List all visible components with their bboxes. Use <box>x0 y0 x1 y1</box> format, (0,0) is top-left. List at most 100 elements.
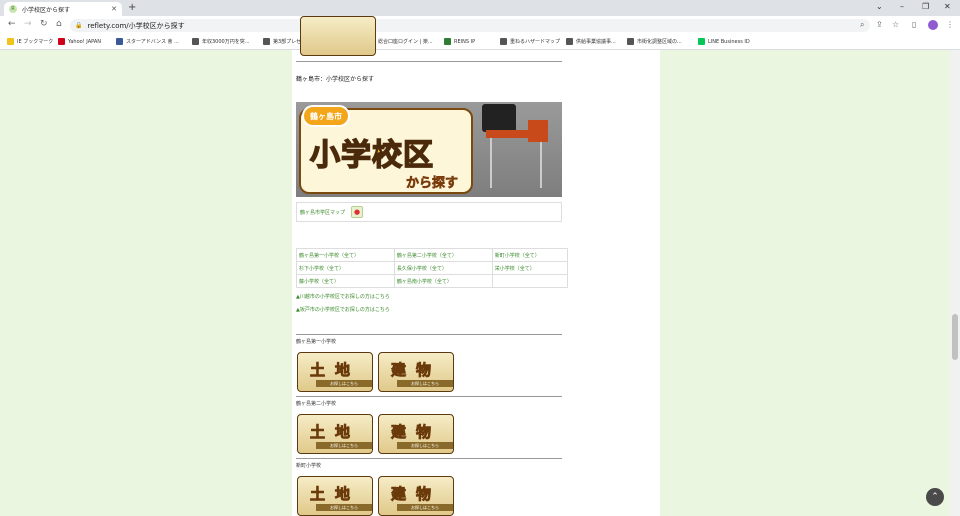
top-cut-button[interactable] <box>300 16 376 56</box>
bookmark-label: Yahoo! JAPAN <box>68 38 101 45</box>
bookmark-label: 総合口座ログイン | 楽... <box>378 39 433 45</box>
browser-toolbar: ← → ↻ ⌂ 🔒 reflety.com/小学校区から探す ⌕ ⇪ ☆ ▯ ⋮ <box>0 16 960 35</box>
banner-tv-illustration <box>482 104 516 132</box>
bookmark-label: LINE Business ID <box>708 38 750 45</box>
school-district-banner: 鶴ヶ島市 小学校区 から探す <box>296 102 562 197</box>
land-search-button[interactable]: 土地 お探しはこちら <box>297 352 373 392</box>
page-heading: 鶴ヶ島市：小学校区から探す <box>296 76 375 83</box>
browser-tab[interactable]: R 小学校区から探す ✕ <box>4 2 122 16</box>
school-link <box>491 274 569 288</box>
restore-icon[interactable]: ❐ <box>922 2 929 11</box>
bookmark-item[interactable]: LINE Business ID <box>698 38 750 45</box>
section-label: 新町小学校 <box>296 463 322 469</box>
building-search-button[interactable]: 建物 お探しはこちら <box>378 476 454 516</box>
bookmark-item[interactable]: 重ねるハザードマップ <box>500 38 560 45</box>
bookmark-item[interactable]: Yahoo! JAPAN <box>58 38 101 45</box>
profile-avatar[interactable] <box>928 20 938 30</box>
back-to-top-button[interactable]: ⌃ <box>926 488 944 506</box>
building-label: 建物 <box>390 423 441 442</box>
sakado-link[interactable]: ▲坂戸市の小学校区でお探しの方はこちら <box>296 306 390 313</box>
school-table: 鶴ヶ島第一小学校（全て） 鶴ヶ島第二小学校（全て） 新町小学校（全て） 杉下小学校（全… <box>296 248 569 288</box>
school-link[interactable]: 杉下小学校（全て） <box>296 261 395 275</box>
tab-close-icon[interactable]: ✕ <box>111 5 117 13</box>
lock-icon[interactable]: 🔒 <box>75 22 82 29</box>
share-icon[interactable]: ⇪ <box>876 20 883 29</box>
table-row: 鶴ヶ島第一小学校（全て） 鶴ヶ島第二小学校（全て） 新町小学校（全て） <box>296 248 569 262</box>
banner-subtitle: から探す <box>406 176 459 192</box>
land-search-button[interactable]: 土地 お探しはこちら <box>297 414 373 454</box>
bookmark-icon <box>263 38 270 45</box>
banner-city: 鶴ヶ島市 <box>302 105 350 127</box>
land-search-button[interactable]: 土地 お探しはこちら <box>297 476 373 516</box>
land-label: 土地 <box>309 423 360 442</box>
bookmark-item[interactable]: REINS IP <box>444 38 475 45</box>
building-label: 建物 <box>390 361 441 380</box>
home-icon[interactable]: ⌂ <box>56 19 62 29</box>
bookmark-icon <box>500 38 507 45</box>
bookmark-item[interactable]: IE ブックマーク <box>7 38 53 45</box>
map-link-box: 鶴ヶ島市学区マップ ● <box>296 202 562 222</box>
address-bar[interactable]: 🔒 reflety.com/小学校区から探す <box>70 19 870 32</box>
tab-title: 小学校区から探す <box>22 6 71 14</box>
scrollbar-track[interactable] <box>950 50 960 516</box>
button-strip: お探しはこちら <box>316 504 372 511</box>
menu-icon[interactable]: ⋮ <box>946 20 954 29</box>
desk-leg <box>490 138 492 188</box>
map-pin-icon[interactable]: ● <box>351 206 364 218</box>
banner-title: 小学校区 <box>309 137 434 174</box>
school-link[interactable]: 鶴ヶ島第二小学校（全て） <box>393 248 493 262</box>
bookmark-label: 市街化調整区域の... <box>637 39 682 45</box>
forward-icon[interactable]: → <box>24 19 32 29</box>
button-strip: お探しはこちら <box>316 442 372 449</box>
school-link[interactable]: 藤小学校（全て） <box>296 274 395 288</box>
scrollbar-thumb[interactable] <box>952 314 958 360</box>
tab-search-icon[interactable]: ⌄ <box>876 2 883 11</box>
school-link[interactable]: 新町小学校（全て） <box>491 248 569 262</box>
button-strip: お探しはこちら <box>397 380 453 387</box>
url-text: reflety.com/小学校区から探す <box>87 21 185 30</box>
bookmark-star-icon[interactable]: ☆ <box>892 20 899 29</box>
school-link[interactable]: 鶴ヶ島南小学校（全て） <box>393 274 493 288</box>
close-window-icon[interactable]: ✕ <box>944 2 951 11</box>
bookmark-label: 重ねるハザードマップ <box>510 39 561 45</box>
land-label: 土地 <box>309 361 360 380</box>
bookmarks-bar: IE ブックマーク Yahoo! JAPAN スターアドバンス 會 ... 年収300… <box>0 35 960 50</box>
table-row: 杉下小学校（全て） 長久保小学校（全て） 栄小学校（全て） <box>296 261 569 275</box>
bookmark-item[interactable]: 年収3000万円を突... <box>192 38 250 45</box>
bookmark-item[interactable]: スターアドバンス 會 ... <box>116 38 179 45</box>
school-link[interactable]: 長久保小学校（全て） <box>393 261 493 275</box>
school-map-link[interactable]: 鶴ヶ島市学区マップ <box>300 209 345 216</box>
tab-bar: R 小学校区から探す ✕ + ⌄ – ❐ ✕ <box>0 0 960 16</box>
building-search-button[interactable]: 建物 お探しはこちら <box>378 414 454 454</box>
banner-chair-illustration <box>528 120 548 142</box>
bookmark-item[interactable]: 供給事業協議事... <box>566 38 616 45</box>
minimize-icon[interactable]: – <box>900 2 904 11</box>
bookmark-icon <box>444 38 451 45</box>
table-row: 藤小学校（全て） 鶴ヶ島南小学校（全て） <box>296 274 569 288</box>
building-search-button[interactable]: 建物 お探しはこちら <box>378 352 454 392</box>
bookmark-label: REINS IP <box>454 38 476 45</box>
back-icon[interactable]: ← <box>8 19 16 29</box>
section-label: 鶴ヶ島第一小学校 <box>296 339 337 345</box>
bookmark-label: IE ブックマーク <box>17 39 54 45</box>
button-strip: お探しはこちら <box>397 442 453 449</box>
divider <box>296 458 562 459</box>
bookmark-icon <box>627 38 634 45</box>
school-link[interactable]: 鶴ヶ島第一小学校（全て） <box>296 248 395 262</box>
side-panel-icon[interactable]: ▯ <box>912 20 916 29</box>
bookmark-item[interactable]: 市街化調整区域の... <box>627 38 682 45</box>
zoom-icon[interactable]: ⌕ <box>860 20 864 30</box>
bookmark-item[interactable]: 総合口座ログイン | 楽... <box>368 38 433 45</box>
divider <box>296 334 562 335</box>
button-strip: お探しはこちら <box>397 504 453 511</box>
school-link[interactable]: 栄小学校（全て） <box>491 261 569 275</box>
reload-icon[interactable]: ↻ <box>40 19 48 29</box>
new-tab-icon[interactable]: + <box>128 2 136 13</box>
section-label: 鶴ヶ島第二小学校 <box>296 401 337 407</box>
bookmark-icon <box>566 38 573 45</box>
bookmark-label: 年収3000万円を突... <box>202 39 250 45</box>
kawagoe-link[interactable]: ▲川越市の小学校区でお探しの方はこちら <box>296 293 390 300</box>
desk-leg <box>540 138 542 188</box>
divider <box>296 396 562 397</box>
button-strip: お探しはこちら <box>316 380 372 387</box>
